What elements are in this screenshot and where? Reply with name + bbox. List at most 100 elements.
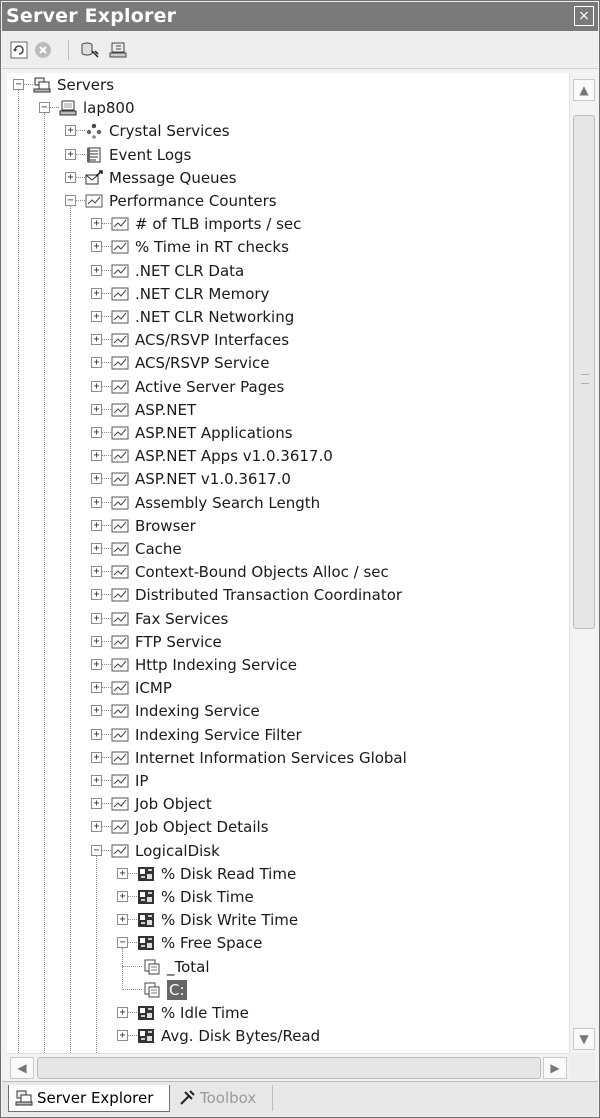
- expand-icon[interactable]: +: [91, 473, 102, 485]
- stop-icon[interactable]: [34, 41, 52, 59]
- tree-node[interactable]: + ASP.NET Apps v1.0.3617.0: [7, 445, 567, 467]
- tree-node[interactable]: + Active Server Pages: [7, 376, 567, 398]
- expand-icon[interactable]: +: [91, 403, 102, 415]
- scroll-up-button[interactable]: ▲: [573, 79, 595, 101]
- collapse-icon[interactable]: −: [13, 79, 24, 90]
- collapse-icon[interactable]: −: [91, 844, 102, 856]
- tree-node[interactable]: + Distributed Transaction Coordinator: [7, 584, 567, 606]
- expand-icon[interactable]: +: [91, 659, 102, 670]
- expand-icon[interactable]: +: [91, 311, 102, 322]
- expand-icon[interactable]: +: [91, 821, 102, 833]
- tree-node[interactable]: + .NET CLR Memory: [7, 283, 567, 305]
- tree-node[interactable]: + FTP Service: [7, 631, 567, 653]
- tree-node[interactable]: + ASP.NET: [7, 399, 567, 421]
- tree-node[interactable]: + Cache: [7, 538, 567, 560]
- tree-node[interactable]: + ASP.NET Applications: [7, 422, 567, 444]
- tree-node[interactable]: + Event Logs: [7, 144, 567, 166]
- expand-icon[interactable]: +: [65, 148, 76, 160]
- tree-node[interactable]: + Browser: [7, 515, 567, 537]
- expand-icon[interactable]: +: [91, 589, 102, 601]
- expand-icon[interactable]: +: [91, 682, 102, 694]
- tree-node[interactable]: + ACS/RSVP Interfaces: [7, 329, 567, 351]
- tree-node[interactable]: + IP: [7, 770, 567, 792]
- tree-node[interactable]: + % Disk Time: [7, 886, 567, 908]
- collapse-icon[interactable]: −: [117, 937, 128, 949]
- expand-icon[interactable]: +: [117, 914, 128, 926]
- expand-icon[interactable]: +: [91, 334, 102, 346]
- tree-node[interactable]: + ASP.NET v1.0.3617.0: [7, 468, 567, 490]
- vertical-scroll-thumb[interactable]: [573, 115, 595, 629]
- expand-icon[interactable]: +: [91, 218, 102, 230]
- tree-node[interactable]: − Servers: [7, 74, 567, 96]
- expand-icon[interactable]: +: [117, 867, 128, 879]
- expand-icon[interactable]: +: [91, 287, 102, 299]
- expand-icon[interactable]: +: [91, 543, 102, 554]
- expand-icon[interactable]: +: [91, 241, 102, 253]
- expand-icon[interactable]: +: [65, 171, 76, 183]
- scroll-down-button[interactable]: ▼: [573, 1028, 595, 1050]
- close-button[interactable]: ×: [574, 6, 594, 26]
- expand-icon[interactable]: +: [91, 450, 102, 462]
- tree-node[interactable]: _Total: [7, 956, 567, 978]
- expand-icon[interactable]: +: [91, 635, 102, 647]
- tree-node[interactable]: + % Idle Time: [7, 1002, 567, 1024]
- tree-node[interactable]: + Job Object: [7, 793, 567, 815]
- expand-icon[interactable]: +: [91, 427, 102, 438]
- expand-icon[interactable]: +: [91, 496, 102, 508]
- tree-node[interactable]: + ICMP: [7, 677, 567, 699]
- horizontal-scroll-thumb[interactable]: [37, 1057, 541, 1079]
- tree-node[interactable]: − lap800: [7, 97, 567, 119]
- expand-icon[interactable]: +: [91, 798, 102, 810]
- expand-icon[interactable]: +: [117, 891, 128, 902]
- expand-icon[interactable]: +: [91, 566, 102, 578]
- tree-node[interactable]: − % Free Space: [7, 932, 567, 954]
- tree-node[interactable]: − LogicalDisk: [7, 840, 567, 862]
- collapse-icon[interactable]: −: [39, 102, 50, 114]
- expand-icon[interactable]: +: [117, 1030, 128, 1042]
- vertical-scrollbar[interactable]: ▲ ▼: [569, 73, 596, 1053]
- expand-icon[interactable]: +: [91, 751, 102, 763]
- tree-node[interactable]: + Assembly Search Length: [7, 492, 567, 514]
- tree-node[interactable]: + Avg. Disk Bytes/Read: [7, 1025, 567, 1047]
- tree-node[interactable]: + # of TLB imports / sec: [7, 213, 567, 235]
- tree-node[interactable]: + % Time in RT checks: [7, 236, 567, 258]
- tree-node[interactable]: + ACS/RSVP Service: [7, 352, 567, 374]
- connect-to-server-icon[interactable]: [108, 41, 127, 59]
- expand-icon[interactable]: +: [91, 612, 102, 624]
- expand-icon[interactable]: +: [91, 380, 102, 392]
- tree-node[interactable]: + % Disk Write Time: [7, 909, 567, 931]
- collapse-icon[interactable]: −: [65, 195, 76, 206]
- tree-node[interactable]: + Message Queues: [7, 167, 567, 189]
- server-tree[interactable]: − Servers − lap800 + Crystal Services + Event L…: [7, 73, 569, 1053]
- tree-node[interactable]: + Fax Services: [7, 608, 567, 630]
- expand-icon[interactable]: +: [91, 264, 102, 276]
- expand-icon[interactable]: +: [91, 519, 102, 531]
- tab-server-explorer[interactable]: Server Explorer: [8, 1085, 170, 1112]
- tree-node[interactable]: − Performance Counters: [7, 190, 567, 212]
- expand-icon[interactable]: +: [117, 1007, 128, 1018]
- tab-label: Server Explorer: [37, 1089, 154, 1107]
- tree-node[interactable]: + .NET CLR Data: [7, 260, 567, 282]
- tree-node[interactable]: + Context-Bound Objects Alloc / sec: [7, 561, 567, 583]
- expand-icon[interactable]: +: [91, 357, 102, 369]
- horizontal-scrollbar[interactable]: ◀ ▶: [7, 1053, 569, 1080]
- tree-node[interactable]: + Job Object Details: [7, 816, 567, 838]
- tree-node[interactable]: C:: [7, 979, 567, 1001]
- expand-icon[interactable]: +: [65, 125, 76, 137]
- tree-node[interactable]: + .NET CLR Networking: [7, 306, 567, 328]
- tab-toolbox[interactable]: Toolbox: [172, 1085, 273, 1111]
- tree-node[interactable]: + Indexing Service: [7, 700, 567, 722]
- tree-node[interactable]: + Crystal Services: [7, 120, 567, 142]
- tree-node[interactable]: + Http Indexing Service: [7, 654, 567, 676]
- scroll-right-button[interactable]: ▶: [543, 1057, 567, 1079]
- refresh-icon[interactable]: [10, 41, 28, 59]
- title-bar[interactable]: Server Explorer ×: [2, 2, 598, 31]
- connect-to-database-icon[interactable]: [80, 41, 99, 59]
- tree-node[interactable]: + % Disk Read Time: [7, 863, 567, 885]
- tree-node[interactable]: + Indexing Service Filter: [7, 724, 567, 746]
- scroll-left-button[interactable]: ◀: [10, 1057, 34, 1079]
- tree-node[interactable]: + Internet Information Services Global: [7, 747, 567, 769]
- expand-icon[interactable]: +: [91, 705, 102, 717]
- expand-icon[interactable]: +: [91, 728, 102, 740]
- expand-icon[interactable]: +: [91, 775, 102, 786]
